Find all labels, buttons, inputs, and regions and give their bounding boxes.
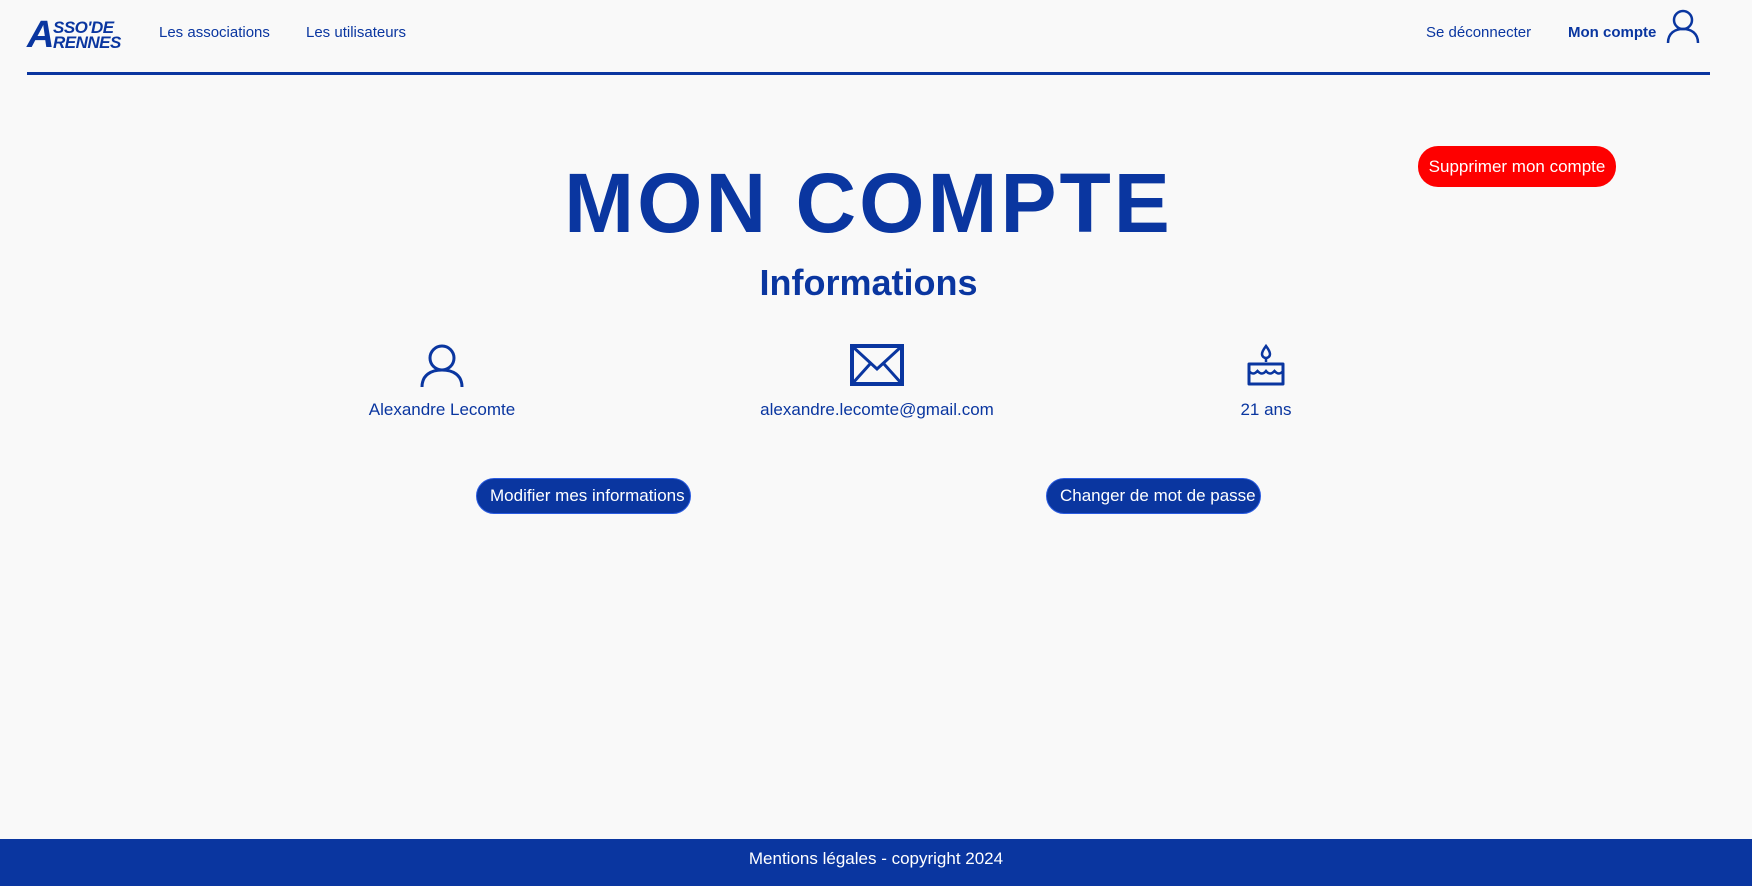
site-footer: Mentions légales - copyright 2024 — [0, 839, 1752, 886]
info-name: Alexandre Lecomte — [342, 342, 542, 420]
birthday-cake-icon — [1247, 343, 1285, 386]
envelope-icon — [850, 344, 904, 386]
page-title: MON COMPTE — [564, 156, 1173, 250]
footer-legal-link[interactable]: Mentions légales - copyright 2024 — [749, 849, 1003, 868]
user-name: Alexandre Lecomte — [368, 400, 516, 419]
user-icon — [420, 344, 464, 388]
user-age: 21 ans — [1240, 400, 1292, 419]
logo[interactable]: A SSO'DE RENNES — [27, 14, 122, 56]
info-email: alexandre.lecomte@gmail.com — [727, 342, 1027, 420]
nav-link-account[interactable]: Mon compte — [1568, 24, 1656, 41]
site-header: A SSO'DE RENNES Les associations Les uti… — [27, 0, 1710, 75]
change-password-button[interactable]: Changer de mot de passe — [1046, 478, 1261, 514]
nav-link-users[interactable]: Les utilisateurs — [306, 24, 406, 41]
nav-link-logout[interactable]: Se déconnecter — [1426, 24, 1531, 41]
logo-line-2: RENNES — [53, 33, 121, 52]
info-age: 21 ans — [1166, 342, 1366, 420]
user-icon[interactable] — [1665, 8, 1701, 44]
modify-info-button[interactable]: Modifier mes informations — [476, 478, 691, 514]
user-email: alexandre.lecomte@gmail.com — [760, 400, 994, 419]
logo-letter: A — [27, 14, 54, 56]
nav-link-associations[interactable]: Les associations — [159, 24, 270, 41]
section-title: Informations — [759, 262, 978, 303]
